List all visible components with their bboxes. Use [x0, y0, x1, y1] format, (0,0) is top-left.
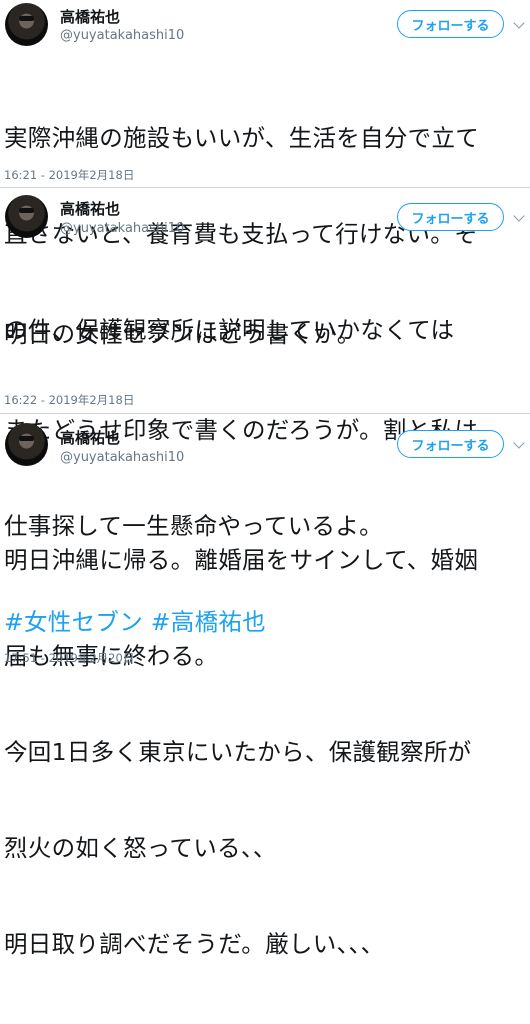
chevron-down-icon[interactable]: [513, 437, 525, 449]
follow-button[interactable]: フォローする: [397, 10, 504, 38]
user-handle[interactable]: @yuyatakahashi10: [60, 450, 184, 465]
tweet-text-line: 今回1日多く東京にいたから、保護観察所が: [4, 738, 472, 766]
follow-button[interactable]: フォローする: [397, 430, 504, 458]
user-handle[interactable]: @yuyatakahashi10: [60, 221, 184, 236]
chevron-down-icon[interactable]: [513, 17, 525, 29]
tweet-timestamp[interactable]: 16:21 - 2019年2月18日: [4, 167, 134, 183]
user-name[interactable]: 高橋祐也: [60, 198, 120, 219]
user-name[interactable]: 高橋祐也: [60, 6, 120, 27]
tweet-text-line: 明日取り調べだそうだ。厳しい、、、: [4, 930, 385, 958]
tweet-timestamp[interactable]: 17:51 - 2019年2月20日: [4, 650, 134, 666]
avatar[interactable]: [5, 423, 48, 466]
tweet-timestamp[interactable]: 16:22 - 2019年2月18日: [4, 392, 134, 408]
chevron-down-icon[interactable]: [513, 210, 525, 222]
avatar[interactable]: [5, 195, 48, 238]
user-handle[interactable]: @yuyatakahashi10: [60, 28, 184, 43]
tweet-card: 高橋祐也 @yuyatakahashi10 フォローする 実際沖縄の施設もいいが…: [0, 0, 530, 344]
tweet-card: 高橋祐也 @yuyatakahashi10 フォローする 明日の女性セブンはどう…: [0, 190, 530, 636]
tweet-text: 明日沖縄に帰る。離婚届をサインして、婚姻 届も無事に終わる。 今回1日多く東京に…: [4, 480, 478, 1024]
tweet-text-line: 烈火の如く怒っている、、: [4, 834, 277, 862]
tweet-text-line: 実際沖縄の施設もいいが、生活を自分で立て: [4, 124, 480, 152]
follow-button[interactable]: フォローする: [397, 203, 504, 231]
user-name[interactable]: 高橋祐也: [60, 427, 120, 448]
tweet-text-line: 明日沖縄に帰る。離婚届をサインして、婚姻: [4, 546, 479, 574]
tweet-card: 高橋祐也 @yuyatakahashi10 フォローする 明日沖縄に帰る。離婚届…: [0, 416, 530, 958]
tweet-text-line: 明日の女性セブンはどう書くか。: [4, 320, 361, 348]
avatar[interactable]: [5, 3, 48, 46]
